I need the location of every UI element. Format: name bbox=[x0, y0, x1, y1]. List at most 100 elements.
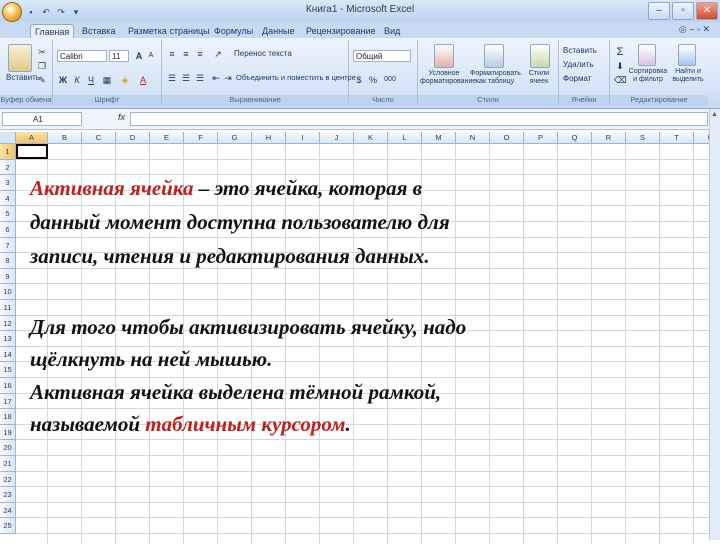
cell-styles-icon[interactable] bbox=[530, 44, 550, 68]
merge-center-button[interactable]: Объединить и поместить в центре bbox=[236, 73, 356, 82]
row-header-5[interactable]: 5 bbox=[0, 206, 16, 222]
align-center-icon[interactable]: ☰ bbox=[180, 72, 192, 84]
row-header-19[interactable]: 19 bbox=[0, 424, 16, 441]
tab-page-layout[interactable]: Разметка страницы bbox=[124, 24, 214, 38]
format-as-table-icon[interactable] bbox=[484, 44, 504, 68]
align-bottom-icon[interactable]: ≡ bbox=[194, 48, 206, 60]
row-header-3[interactable]: 3 bbox=[0, 175, 16, 191]
grow-font-icon[interactable]: A bbox=[133, 50, 145, 62]
column-header-t[interactable]: T bbox=[660, 132, 694, 144]
tab-formulas[interactable]: Формулы bbox=[210, 24, 257, 38]
row-header-20[interactable]: 20 bbox=[0, 440, 16, 456]
row-header-14[interactable]: 14 bbox=[0, 346, 16, 363]
tab-insert[interactable]: Вставка bbox=[78, 24, 119, 38]
insert-cells-button[interactable]: Вставить bbox=[563, 46, 597, 55]
font-color-icon[interactable]: A bbox=[137, 74, 149, 86]
column-header-r[interactable]: R bbox=[592, 132, 626, 144]
column-header-s[interactable]: S bbox=[626, 132, 660, 144]
tab-view[interactable]: Вид bbox=[380, 24, 404, 38]
find-select-icon[interactable] bbox=[678, 44, 696, 66]
fill-color-icon[interactable]: ◈ bbox=[119, 74, 131, 86]
column-header-l[interactable]: L bbox=[388, 132, 422, 144]
active-cell-cursor[interactable] bbox=[16, 144, 48, 159]
row-header-2[interactable]: 2 bbox=[0, 159, 16, 176]
italic-button[interactable]: К bbox=[71, 74, 83, 86]
tab-home[interactable]: Главная bbox=[30, 24, 75, 39]
row-header-17[interactable]: 17 bbox=[0, 393, 16, 410]
conditional-formatting-icon[interactable] bbox=[434, 44, 454, 68]
align-right-icon[interactable]: ☰ bbox=[194, 72, 206, 84]
help-icon[interactable]: ◎ – ▫ ✕ bbox=[679, 24, 710, 35]
percent-button[interactable]: % bbox=[367, 74, 379, 86]
cell-styles-button[interactable]: Стили ячеек bbox=[522, 70, 556, 86]
row-header-6[interactable]: 6 bbox=[0, 222, 16, 238]
row-header-4[interactable]: 4 bbox=[0, 190, 16, 207]
format-cells-button[interactable]: Формат bbox=[563, 74, 591, 83]
autosum-icon[interactable]: Σ bbox=[614, 46, 626, 58]
column-header-f[interactable]: F bbox=[184, 132, 218, 144]
row-header-16[interactable]: 16 bbox=[0, 378, 16, 394]
align-middle-icon[interactable]: ≡ bbox=[180, 48, 192, 60]
row-header-18[interactable]: 18 bbox=[0, 409, 16, 425]
decrease-indent-icon[interactable]: ⇤ bbox=[210, 72, 222, 84]
thousands-button[interactable]: 000 bbox=[381, 74, 399, 86]
column-header-c[interactable]: C bbox=[82, 132, 116, 144]
column-header-g[interactable]: G bbox=[218, 132, 252, 144]
column-header-p[interactable]: P bbox=[524, 132, 558, 144]
column-header-h[interactable]: H bbox=[252, 132, 286, 144]
tab-data[interactable]: Данные bbox=[258, 24, 299, 38]
paste-icon[interactable] bbox=[8, 44, 32, 72]
row-header-22[interactable]: 22 bbox=[0, 471, 16, 488]
row-header-21[interactable]: 21 bbox=[0, 456, 16, 472]
column-header-b[interactable]: B bbox=[48, 132, 82, 144]
name-box[interactable]: A1 bbox=[2, 112, 82, 126]
row-header-1[interactable]: 1 bbox=[0, 144, 16, 160]
row-header-13[interactable]: 13 bbox=[0, 331, 16, 347]
copy-icon[interactable]: ❐ bbox=[36, 60, 48, 72]
close-button[interactable]: ✕ bbox=[696, 2, 718, 20]
row-header-10[interactable]: 10 bbox=[0, 284, 16, 300]
row-header-11[interactable]: 11 bbox=[0, 300, 16, 316]
bold-button[interactable]: Ж bbox=[57, 74, 69, 86]
restore-button[interactable]: ▫ bbox=[672, 2, 694, 20]
row-header-25[interactable]: 25 bbox=[0, 518, 16, 534]
align-top-icon[interactable]: ≡ bbox=[166, 48, 178, 60]
column-header-k[interactable]: K bbox=[354, 132, 388, 144]
font-size-field[interactable]: 11 bbox=[109, 50, 129, 62]
shrink-font-icon[interactable]: A bbox=[145, 50, 157, 62]
column-header-d[interactable]: D bbox=[116, 132, 150, 144]
row-header-9[interactable]: 9 bbox=[0, 268, 16, 285]
cut-icon[interactable]: ✂ bbox=[36, 46, 48, 58]
increase-indent-icon[interactable]: ⇥ bbox=[222, 72, 234, 84]
number-format-field[interactable]: Общий bbox=[353, 50, 411, 62]
column-header-j[interactable]: J bbox=[320, 132, 354, 144]
sort-filter-icon[interactable] bbox=[638, 44, 656, 66]
column-header-o[interactable]: O bbox=[490, 132, 524, 144]
tab-review[interactable]: Рецензирование bbox=[302, 24, 380, 38]
clear-icon[interactable]: ⌫ bbox=[614, 74, 627, 86]
column-header-m[interactable]: M bbox=[422, 132, 456, 144]
row-header-24[interactable]: 24 bbox=[0, 502, 16, 519]
row-header-12[interactable]: 12 bbox=[0, 315, 16, 332]
row-header-7[interactable]: 7 bbox=[0, 237, 16, 254]
borders-icon[interactable]: ▦ bbox=[101, 74, 113, 86]
format-as-table-button[interactable]: Форматировать как таблицу bbox=[470, 70, 521, 86]
select-all-corner[interactable] bbox=[0, 132, 16, 144]
currency-icon[interactable]: $ bbox=[353, 74, 365, 86]
column-header-e[interactable]: E bbox=[150, 132, 184, 144]
find-select-button[interactable]: Найти и выделить bbox=[670, 68, 706, 84]
insert-function-icon[interactable]: fx bbox=[118, 112, 125, 122]
formula-input[interactable] bbox=[130, 112, 708, 126]
column-header-n[interactable]: N bbox=[456, 132, 490, 144]
align-left-icon[interactable]: ☰ bbox=[166, 72, 178, 84]
paste-button[interactable]: Вставить bbox=[6, 73, 40, 82]
vertical-scrollbar[interactable]: ▲ bbox=[709, 109, 720, 540]
font-name-field[interactable]: Calibri bbox=[57, 50, 107, 62]
row-header-15[interactable]: 15 bbox=[0, 362, 16, 378]
format-painter-icon[interactable]: ✎ bbox=[36, 74, 48, 86]
scroll-up-icon[interactable]: ▲ bbox=[711, 111, 718, 118]
row-header-23[interactable]: 23 bbox=[0, 487, 16, 503]
conditional-formatting-button[interactable]: Условное форматирование bbox=[420, 70, 476, 86]
fill-icon[interactable]: ⬇ bbox=[614, 60, 626, 72]
row-header-8[interactable]: 8 bbox=[0, 253, 16, 269]
